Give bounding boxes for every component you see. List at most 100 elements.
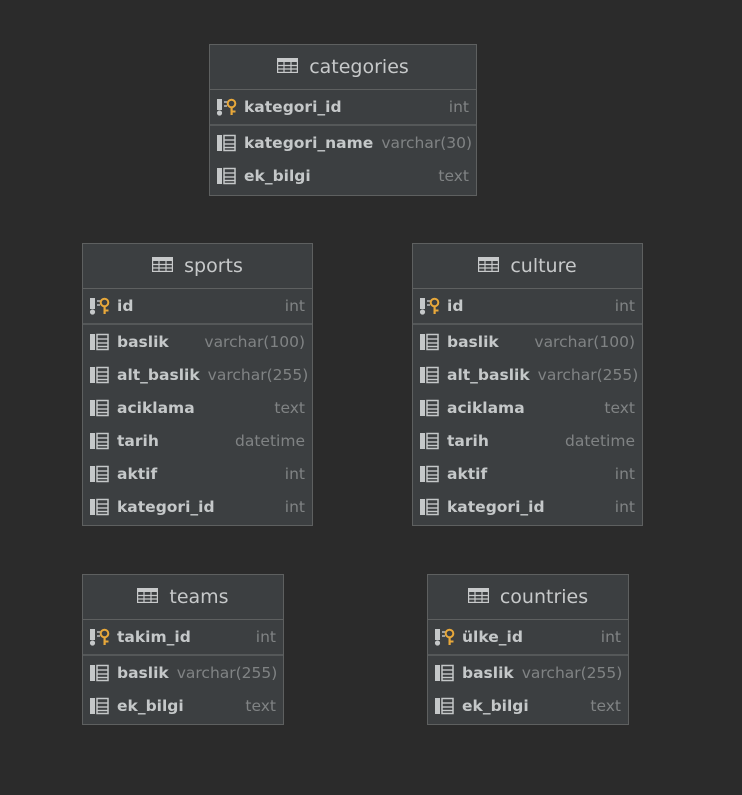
column-type: int <box>284 464 305 483</box>
column-row[interactable]: kategori_name varchar(30) <box>210 126 476 159</box>
column-type: varchar(255) <box>207 365 309 384</box>
column-row[interactable]: baslik varchar(255) <box>428 656 628 689</box>
column-icon <box>419 399 441 417</box>
table-countries[interactable]: countries ülke_id int baslik varchar(255) ek_… <box>427 574 629 725</box>
columns-section: baslik varchar(255) ek_bilgi text <box>83 656 283 722</box>
column-name: ek_bilgi <box>244 166 311 185</box>
column-icon <box>419 366 441 384</box>
column-name: baslik <box>462 663 514 682</box>
column-row[interactable]: aciklama text <box>413 391 642 424</box>
column-type: varchar(100) <box>204 332 305 351</box>
table-icon <box>277 56 299 78</box>
table-icon <box>151 255 174 277</box>
columns-section: baslik varchar(255) ek_bilgi text <box>428 656 628 722</box>
column-name: ek_bilgi <box>462 696 529 715</box>
primary-key-row[interactable]: id int <box>83 289 312 323</box>
column-icon <box>89 366 111 384</box>
primary-key-column-icon <box>89 628 111 646</box>
column-type: text <box>438 166 469 185</box>
column-type: int <box>284 297 305 315</box>
column-type: datetime <box>235 431 305 450</box>
table-icon <box>467 586 490 608</box>
primary-key-section: takim_id int <box>83 620 283 656</box>
primary-key-column-icon <box>216 98 238 116</box>
column-icon <box>434 697 456 715</box>
column-name: kategori_id <box>244 98 342 116</box>
column-row[interactable]: ek_bilgi text <box>210 159 476 192</box>
primary-key-section: id int <box>83 289 312 325</box>
column-row[interactable]: tarih datetime <box>413 424 642 457</box>
column-type: varchar(30) <box>381 133 473 152</box>
column-name: tarih <box>447 431 489 450</box>
table-header[interactable]: sports <box>83 244 312 289</box>
column-type: text <box>245 696 276 715</box>
column-row[interactable]: kategori_id int <box>413 490 642 523</box>
column-row[interactable]: baslik varchar(100) <box>413 325 642 358</box>
table-sports[interactable]: sports id int baslik varchar(100) alt_baslik v… <box>82 243 313 526</box>
table-culture[interactable]: culture id int baslik varchar(100) alt_baslik… <box>412 243 643 526</box>
primary-key-row[interactable]: id int <box>413 289 642 323</box>
column-type: int <box>448 98 469 116</box>
column-name: kategori_id <box>447 497 545 516</box>
column-row[interactable]: ek_bilgi text <box>83 689 283 722</box>
column-name: alt_baslik <box>447 365 530 384</box>
primary-key-row[interactable]: takim_id int <box>83 620 283 654</box>
column-row[interactable]: alt_baslik varchar(255) <box>413 358 642 391</box>
column-row[interactable]: baslik varchar(100) <box>83 325 312 358</box>
primary-key-column-icon <box>89 297 111 315</box>
column-row[interactable]: alt_baslik varchar(255) <box>83 358 312 391</box>
column-name: ek_bilgi <box>117 696 184 715</box>
table-icon <box>137 586 159 608</box>
primary-key-section: ülke_id int <box>428 620 628 656</box>
column-type: int <box>600 628 621 646</box>
column-type: text <box>590 696 621 715</box>
column-icon <box>419 498 441 516</box>
table-teams[interactable]: teams takim_id int baslik varchar(255) ek_bil… <box>82 574 284 725</box>
columns-section: kategori_name varchar(30) ek_bilgi text <box>210 126 476 192</box>
column-name: alt_baslik <box>117 365 200 384</box>
column-name: baslik <box>117 332 169 351</box>
column-row[interactable]: kategori_id int <box>83 490 312 523</box>
column-icon <box>216 134 238 152</box>
table-name: teams <box>169 586 229 608</box>
column-name: kategori_id <box>117 497 215 516</box>
column-icon <box>89 697 111 715</box>
column-name: id <box>117 297 134 315</box>
primary-key-row[interactable]: ülke_id int <box>428 620 628 654</box>
primary-key-row[interactable]: kategori_id int <box>210 90 476 124</box>
table-name: sports <box>184 255 243 277</box>
column-type: text <box>604 398 635 417</box>
column-row[interactable]: baslik varchar(255) <box>83 656 283 689</box>
column-row[interactable]: aktif int <box>413 457 642 490</box>
column-type: varchar(255) <box>537 365 639 384</box>
primary-key-section: kategori_id int <box>210 90 476 126</box>
table-name: culture <box>510 255 577 277</box>
table-header[interactable]: categories <box>210 45 476 90</box>
column-name: baslik <box>117 663 169 682</box>
column-type: varchar(255) <box>521 663 623 682</box>
column-type: text <box>274 398 305 417</box>
column-name: tarih <box>117 431 159 450</box>
column-icon <box>89 432 111 450</box>
column-icon <box>89 498 111 516</box>
column-type: datetime <box>565 431 635 450</box>
column-icon <box>419 432 441 450</box>
column-name: takim_id <box>117 628 191 646</box>
column-name: ülke_id <box>462 628 523 646</box>
column-type: int <box>614 297 635 315</box>
column-type: varchar(255) <box>176 663 278 682</box>
table-header[interactable]: teams <box>83 575 283 620</box>
column-type: int <box>284 497 305 516</box>
column-row[interactable]: aktif int <box>83 457 312 490</box>
table-header[interactable]: countries <box>428 575 628 620</box>
table-header[interactable]: culture <box>413 244 642 289</box>
column-row[interactable]: ek_bilgi text <box>428 689 628 722</box>
column-row[interactable]: aciklama text <box>83 391 312 424</box>
table-icon <box>478 255 500 277</box>
primary-key-column-icon <box>419 297 441 315</box>
column-type: int <box>614 464 635 483</box>
column-name: kategori_name <box>244 133 374 152</box>
column-row[interactable]: tarih datetime <box>83 424 312 457</box>
columns-section: baslik varchar(100) alt_baslik varchar(255)… <box>413 325 642 523</box>
table-categories[interactable]: categories kategori_id int kategori_name var… <box>209 44 477 196</box>
